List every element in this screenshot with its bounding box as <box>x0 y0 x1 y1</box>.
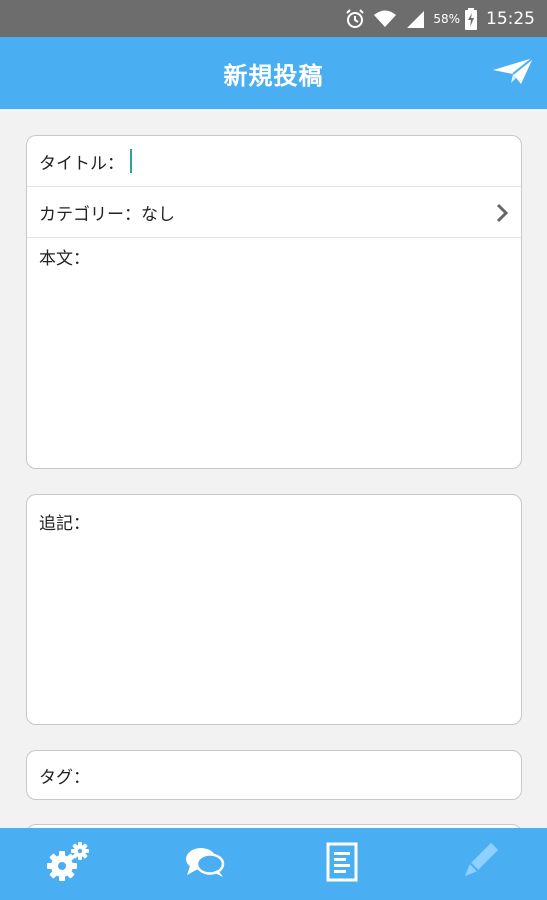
tags-field[interactable]: タグ： <box>26 750 522 800</box>
title-field[interactable]: タイトル： <box>27 136 521 187</box>
postscript-label: 追記： <box>39 514 90 534</box>
signal-icon <box>405 9 425 29</box>
category-value: なし <box>141 204 175 225</box>
nav-settings-button[interactable] <box>38 834 98 894</box>
title-label: タイトル： <box>39 153 124 174</box>
text-cursor <box>130 149 132 173</box>
chevron-right-icon <box>495 203 509 228</box>
main-fields-card: タイトル： カテゴリー： なし 本文： <box>26 135 522 469</box>
nav-articles-button[interactable] <box>312 834 372 894</box>
battery-charging-icon <box>464 7 478 30</box>
postscript-field[interactable]: 追記： <box>26 494 522 725</box>
post-form: タイトル： カテゴリー： なし 本文： 追記： タグ： <box>0 109 547 828</box>
pencil-icon <box>459 842 499 886</box>
alarm-icon <box>345 8 365 29</box>
send-button[interactable] <box>491 55 535 91</box>
settings-gears-icon <box>45 841 91 887</box>
body-label: 本文： <box>39 249 90 269</box>
clock-time: 15:25 <box>486 8 535 29</box>
status-bar: 58% 15:25 <box>0 0 547 37</box>
category-row[interactable]: カテゴリー： なし <box>27 187 521 238</box>
app-bar: 新規投稿 <box>0 37 547 109</box>
category-label: カテゴリー： <box>39 204 141 225</box>
nav-comments-button[interactable] <box>175 834 235 894</box>
chat-bubbles-icon <box>184 844 226 884</box>
bottom-navigation <box>0 828 547 900</box>
tags-label: タグ： <box>39 767 90 788</box>
wifi-icon <box>373 9 397 29</box>
document-list-icon <box>326 842 358 886</box>
send-paper-plane-icon <box>491 56 535 90</box>
nav-write-button[interactable] <box>449 834 509 894</box>
battery-percentage: 58% <box>433 11 460 26</box>
body-field[interactable]: 本文： <box>27 238 521 275</box>
page-title: 新規投稿 <box>223 61 324 90</box>
